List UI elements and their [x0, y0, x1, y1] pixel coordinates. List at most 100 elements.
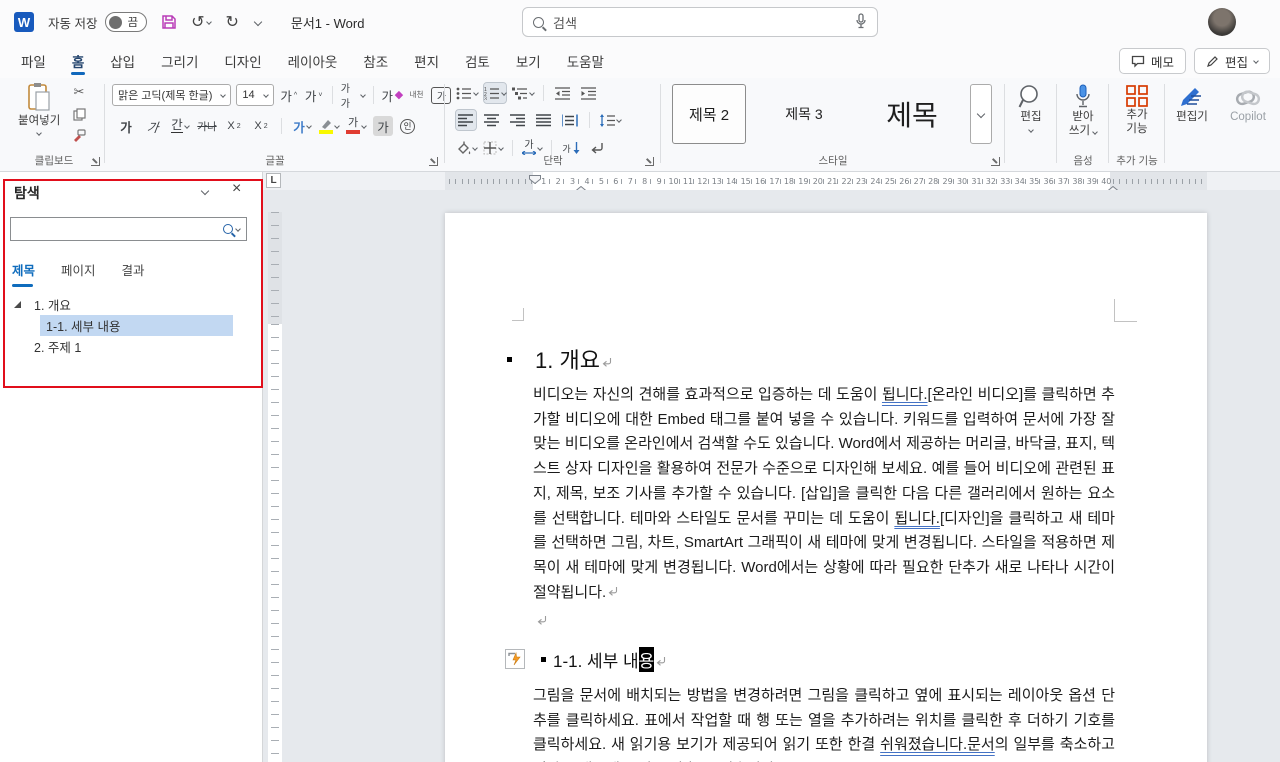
style-card-제목 2[interactable]: 제목 2: [672, 84, 746, 144]
tab-검토[interactable]: 검토: [452, 44, 503, 78]
strikethrough-button[interactable]: 가나: [197, 116, 217, 136]
vertical-ruler[interactable]: [268, 190, 282, 762]
document-heading-1[interactable]: 1. 개요: [507, 344, 612, 374]
ruler-tick: [809, 179, 810, 184]
tree-expander-icon[interactable]: [14, 301, 21, 308]
ruler-tick: [518, 179, 519, 184]
line-spacing-button[interactable]: [599, 110, 621, 130]
nav-tree-item[interactable]: 2. 주제 1: [0, 336, 263, 357]
navigation-pane-close-icon[interactable]: ×: [232, 180, 241, 198]
clear-formatting-button[interactable]: 가: [381, 85, 401, 105]
superscript-button[interactable]: X2: [251, 116, 271, 136]
copilot-button[interactable]: Copilot: [1222, 86, 1274, 124]
editing-button[interactable]: 편집: [1012, 84, 1050, 132]
tab-stop-selector[interactable]: L: [266, 173, 281, 188]
nav-tab-제목[interactable]: 제목: [12, 260, 35, 287]
addins-button[interactable]: 추가 기능: [1116, 84, 1158, 137]
nav-tree-item[interactable]: 1. 개요: [0, 294, 263, 315]
navigation-search-input[interactable]: [11, 218, 223, 240]
format-painter-button[interactable]: [72, 129, 86, 142]
ribbon-tab-strip: 파일홈삽입그리기디자인레이아웃참조편지검토보기도움말: [8, 44, 617, 78]
font-family-select[interactable]: 맑은 고딕(제목 한글): [112, 84, 231, 106]
tab-그리기[interactable]: 그리기: [148, 44, 211, 78]
first-line-indent-marker[interactable]: [529, 171, 541, 189]
navigation-search-icon[interactable]: [223, 224, 233, 234]
quick-access-more-icon[interactable]: [254, 18, 262, 26]
save-button[interactable]: [161, 14, 177, 30]
comments-button[interactable]: 메모: [1119, 48, 1186, 74]
underline-button[interactable]: 간: [170, 116, 190, 136]
tab-레이아웃[interactable]: 레이아웃: [275, 44, 351, 78]
avatar[interactable]: [1208, 8, 1236, 36]
subscript-button[interactable]: X2: [224, 116, 244, 136]
paragraph-dialog-launcher[interactable]: [645, 157, 654, 166]
tab-도움말[interactable]: 도움말: [554, 44, 617, 78]
tab-디자인[interactable]: 디자인: [211, 44, 274, 78]
nav-tab-결과[interactable]: 결과: [122, 260, 145, 287]
horizontal-ruler[interactable]: 1234567891011121314151617181920212223242…: [445, 172, 1207, 190]
dictate-button[interactable]: 받아 쓰기: [1062, 84, 1104, 139]
style-card-제목 3[interactable]: 제목 3: [752, 84, 856, 144]
text-effects-button[interactable]: 가: [292, 116, 312, 136]
ruler-number: 16: [755, 177, 765, 186]
bullets-button[interactable]: [456, 83, 478, 103]
tab-보기[interactable]: 보기: [503, 44, 554, 78]
navigation-pane-chevron-icon[interactable]: [201, 187, 209, 195]
font-size-select[interactable]: 14: [236, 84, 273, 106]
document-paragraph-1[interactable]: 비디오는 자신의 견해를 효과적으로 입증하는 데 도움이 됩니다.[온라인 비…: [533, 383, 1115, 605]
editing-mode-button[interactable]: 편집: [1194, 48, 1270, 74]
align-center-button[interactable]: [482, 110, 502, 130]
nav-tab-페이지[interactable]: 페이지: [61, 260, 96, 287]
styles-dialog-launcher[interactable]: [991, 157, 1000, 166]
align-right-button[interactable]: [508, 110, 528, 130]
numbering-button[interactable]: 123: [484, 83, 506, 103]
tab-참조[interactable]: 참조: [350, 44, 401, 78]
navigation-search[interactable]: [10, 217, 247, 241]
ruler-tick: [621, 179, 622, 184]
distribute-text-button[interactable]: [560, 110, 580, 130]
navigation-search-chevron-icon[interactable]: [235, 226, 241, 232]
ruler-tick: [474, 179, 475, 184]
undo-button[interactable]: ↺: [191, 12, 211, 32]
tab-파일[interactable]: 파일: [8, 44, 59, 78]
autocorrect-options-icon[interactable]: [505, 649, 525, 669]
shrink-font-button[interactable]: 가˅: [304, 85, 324, 105]
style-gallery-more-button[interactable]: [970, 84, 992, 144]
change-case-button[interactable]: 가가: [341, 85, 365, 105]
search-box[interactable]: 검색: [522, 7, 878, 37]
increase-indent-button[interactable]: [579, 83, 599, 103]
cut-button[interactable]: ✂: [74, 84, 85, 100]
font-color-button[interactable]: 가: [346, 116, 366, 136]
ruler-tick: [794, 179, 795, 184]
multilevel-list-button[interactable]: [512, 83, 534, 103]
font-dialog-launcher[interactable]: [429, 157, 438, 166]
copy-button[interactable]: [73, 108, 86, 121]
enclose-characters-button[interactable]: 인: [400, 119, 415, 134]
tab-삽입[interactable]: 삽입: [97, 44, 148, 78]
paste-button[interactable]: 붙여넣기: [18, 82, 60, 135]
editing-mode-chevron-icon: [1253, 58, 1259, 64]
clipboard-dialog-launcher[interactable]: [91, 157, 100, 166]
phonetic-guide-button[interactable]: 내천: [406, 85, 426, 105]
editor-button[interactable]: 편집기: [1168, 86, 1216, 124]
document-paragraph-2[interactable]: 그림을 문서에 배치되는 방법을 변경하려면 그림을 클릭하고 옆에 표시되는 …: [533, 684, 1115, 762]
align-left-button[interactable]: [456, 110, 476, 130]
editing-label: 편집: [1020, 110, 1041, 124]
grow-font-button[interactable]: 가^: [279, 85, 299, 105]
ruler-bar: L 12345678910111213141516171819202122232…: [263, 172, 1280, 190]
tab-홈[interactable]: 홈: [59, 44, 97, 78]
autosave-toggle[interactable]: 끔: [105, 12, 147, 32]
italic-button[interactable]: 가: [142, 116, 165, 136]
text-highlight-button[interactable]: [319, 116, 339, 136]
decrease-indent-button[interactable]: [553, 83, 573, 103]
document-page[interactable]: 1. 개요 비디오는 자신의 견해를 효과적으로 입증하는 데 도움이 됩니다.…: [445, 213, 1207, 762]
justify-button[interactable]: [534, 110, 554, 130]
tab-편지[interactable]: 편지: [401, 44, 452, 78]
document-heading-2[interactable]: 1-1. 세부 내용: [505, 646, 666, 672]
voice-search-icon[interactable]: [855, 13, 867, 32]
redo-button[interactable]: ↻: [225, 12, 238, 32]
nav-tree-item[interactable]: 1-1. 세부 내용: [0, 315, 263, 336]
style-card-제목[interactable]: 제목: [860, 84, 964, 144]
bold-button[interactable]: 가: [116, 116, 136, 136]
character-shading-button[interactable]: 가: [373, 116, 393, 136]
